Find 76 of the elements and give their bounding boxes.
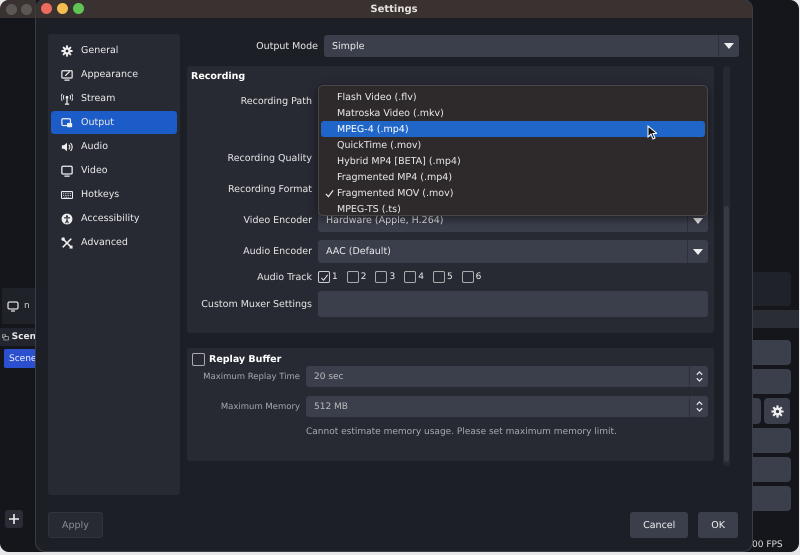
track-checkbox[interactable]: 4 — [404, 271, 424, 283]
sidebar-item[interactable]: Appearance — [51, 63, 177, 86]
field-label: Audio Encoder — [242, 246, 312, 257]
field-label: Maximum Memory — [220, 402, 300, 412]
accessibility-icon — [61, 212, 73, 224]
sidebar-item[interactable]: Video — [51, 159, 177, 182]
scene-item[interactable]: Scene — [4, 349, 36, 368]
tools-icon — [61, 236, 73, 248]
field-label: Maximum Replay Time — [202, 372, 300, 382]
gear-icon — [61, 44, 73, 56]
monitor-output-icon — [61, 116, 73, 128]
ok-button[interactable]: OK — [698, 512, 738, 538]
text-field[interactable] — [318, 291, 708, 317]
antenna-icon — [61, 92, 73, 104]
menu-item[interactable]: QuickTime (.mov) — [321, 137, 705, 153]
fps-status: 00 FPS — [751, 540, 784, 550]
caret-icon — [693, 248, 703, 254]
control-button[interactable] — [751, 457, 791, 482]
menu-item[interactable]: MPEG-4 (.mp4) — [321, 121, 705, 137]
minimize-icon[interactable] — [57, 3, 68, 14]
gear-icon — [770, 404, 784, 418]
monitor-brush-icon — [61, 68, 73, 80]
output-mode-label: Output Mode — [255, 40, 318, 52]
control-button[interactable] — [751, 340, 791, 365]
menu-item[interactable]: Fragmented MOV (.mov) — [321, 185, 705, 201]
sidebar-item[interactable]: Audio — [51, 135, 177, 158]
menu-item[interactable]: Flash Video (.flv) — [321, 89, 705, 105]
cancel-button[interactable]: Cancel — [630, 512, 688, 538]
sidebar-item[interactable]: Advanced — [51, 231, 177, 254]
menu-item[interactable]: Fragmented MP4 (.mp4) — [321, 169, 705, 185]
maximize-icon[interactable] — [73, 3, 84, 14]
checkmark-icon — [324, 188, 334, 198]
sidebar-item[interactable]: General — [51, 39, 177, 62]
track-checkbox[interactable]: 6 — [462, 271, 482, 283]
spin-box[interactable]: 20 sec — [306, 366, 708, 387]
track-checkbox[interactable]: 3 — [375, 271, 396, 283]
close-icon[interactable] — [41, 3, 52, 14]
track-checkbox[interactable]: 2 — [346, 271, 366, 283]
scenes-header: Scen — [12, 332, 36, 342]
field-label: Recording Path — [240, 96, 312, 107]
keyboard-icon — [61, 188, 73, 200]
field-label: Recording Quality — [226, 153, 312, 164]
spin-box[interactable]: 512 MB — [306, 396, 708, 417]
field-label: Audio Track — [256, 272, 312, 282]
control-button[interactable] — [751, 486, 791, 511]
track-checkbox[interactable]: 1 — [318, 271, 338, 283]
field-label: Video Encoder — [242, 215, 312, 226]
sidebar-item[interactable]: Accessibility — [51, 207, 177, 230]
settings-button[interactable] — [764, 398, 790, 424]
add-icon[interactable] — [5, 510, 23, 528]
window-title: Settings — [370, 4, 418, 14]
mouse-cursor-icon — [647, 125, 657, 140]
field-label: Recording Format — [226, 184, 312, 195]
track-checkbox[interactable]: 5 — [432, 271, 453, 283]
stepper-arrows-icon — [694, 400, 704, 413]
replay-buffer-checkbox[interactable]: Replay Buffer — [192, 352, 708, 366]
sidebar-item[interactable]: Stream — [51, 87, 177, 110]
stepper-arrows-icon — [694, 370, 704, 383]
output-mode-dropdown[interactable]: Simple — [324, 35, 739, 57]
monitor-icon — [61, 164, 73, 176]
menu-item[interactable]: Hybrid MP4 [BETA] (.mp4) — [321, 153, 705, 169]
group-title: Recording — [190, 71, 246, 84]
minimize-dot-icon — [21, 4, 32, 14]
monitor-icon — [7, 300, 19, 312]
sidebar-item[interactable]: Hotkeys — [51, 183, 177, 206]
caret-icon — [724, 43, 734, 49]
memory-note: Cannot estimate memory usage. Please set maximum memory limit. — [306, 427, 618, 437]
dropdown[interactable]: AAC (Default) — [318, 240, 708, 263]
scrollbar[interactable] — [723, 66, 730, 466]
menu-item[interactable]: Matroska Video (.mkv) — [321, 105, 705, 121]
panel-header — [751, 310, 799, 328]
source-label: n — [24, 301, 30, 311]
close-dot-icon — [6, 4, 17, 14]
speaker-icon — [61, 140, 73, 152]
sidebar-item[interactable]: Output — [51, 111, 177, 134]
field-label: Custom Muxer Settings — [200, 298, 312, 310]
